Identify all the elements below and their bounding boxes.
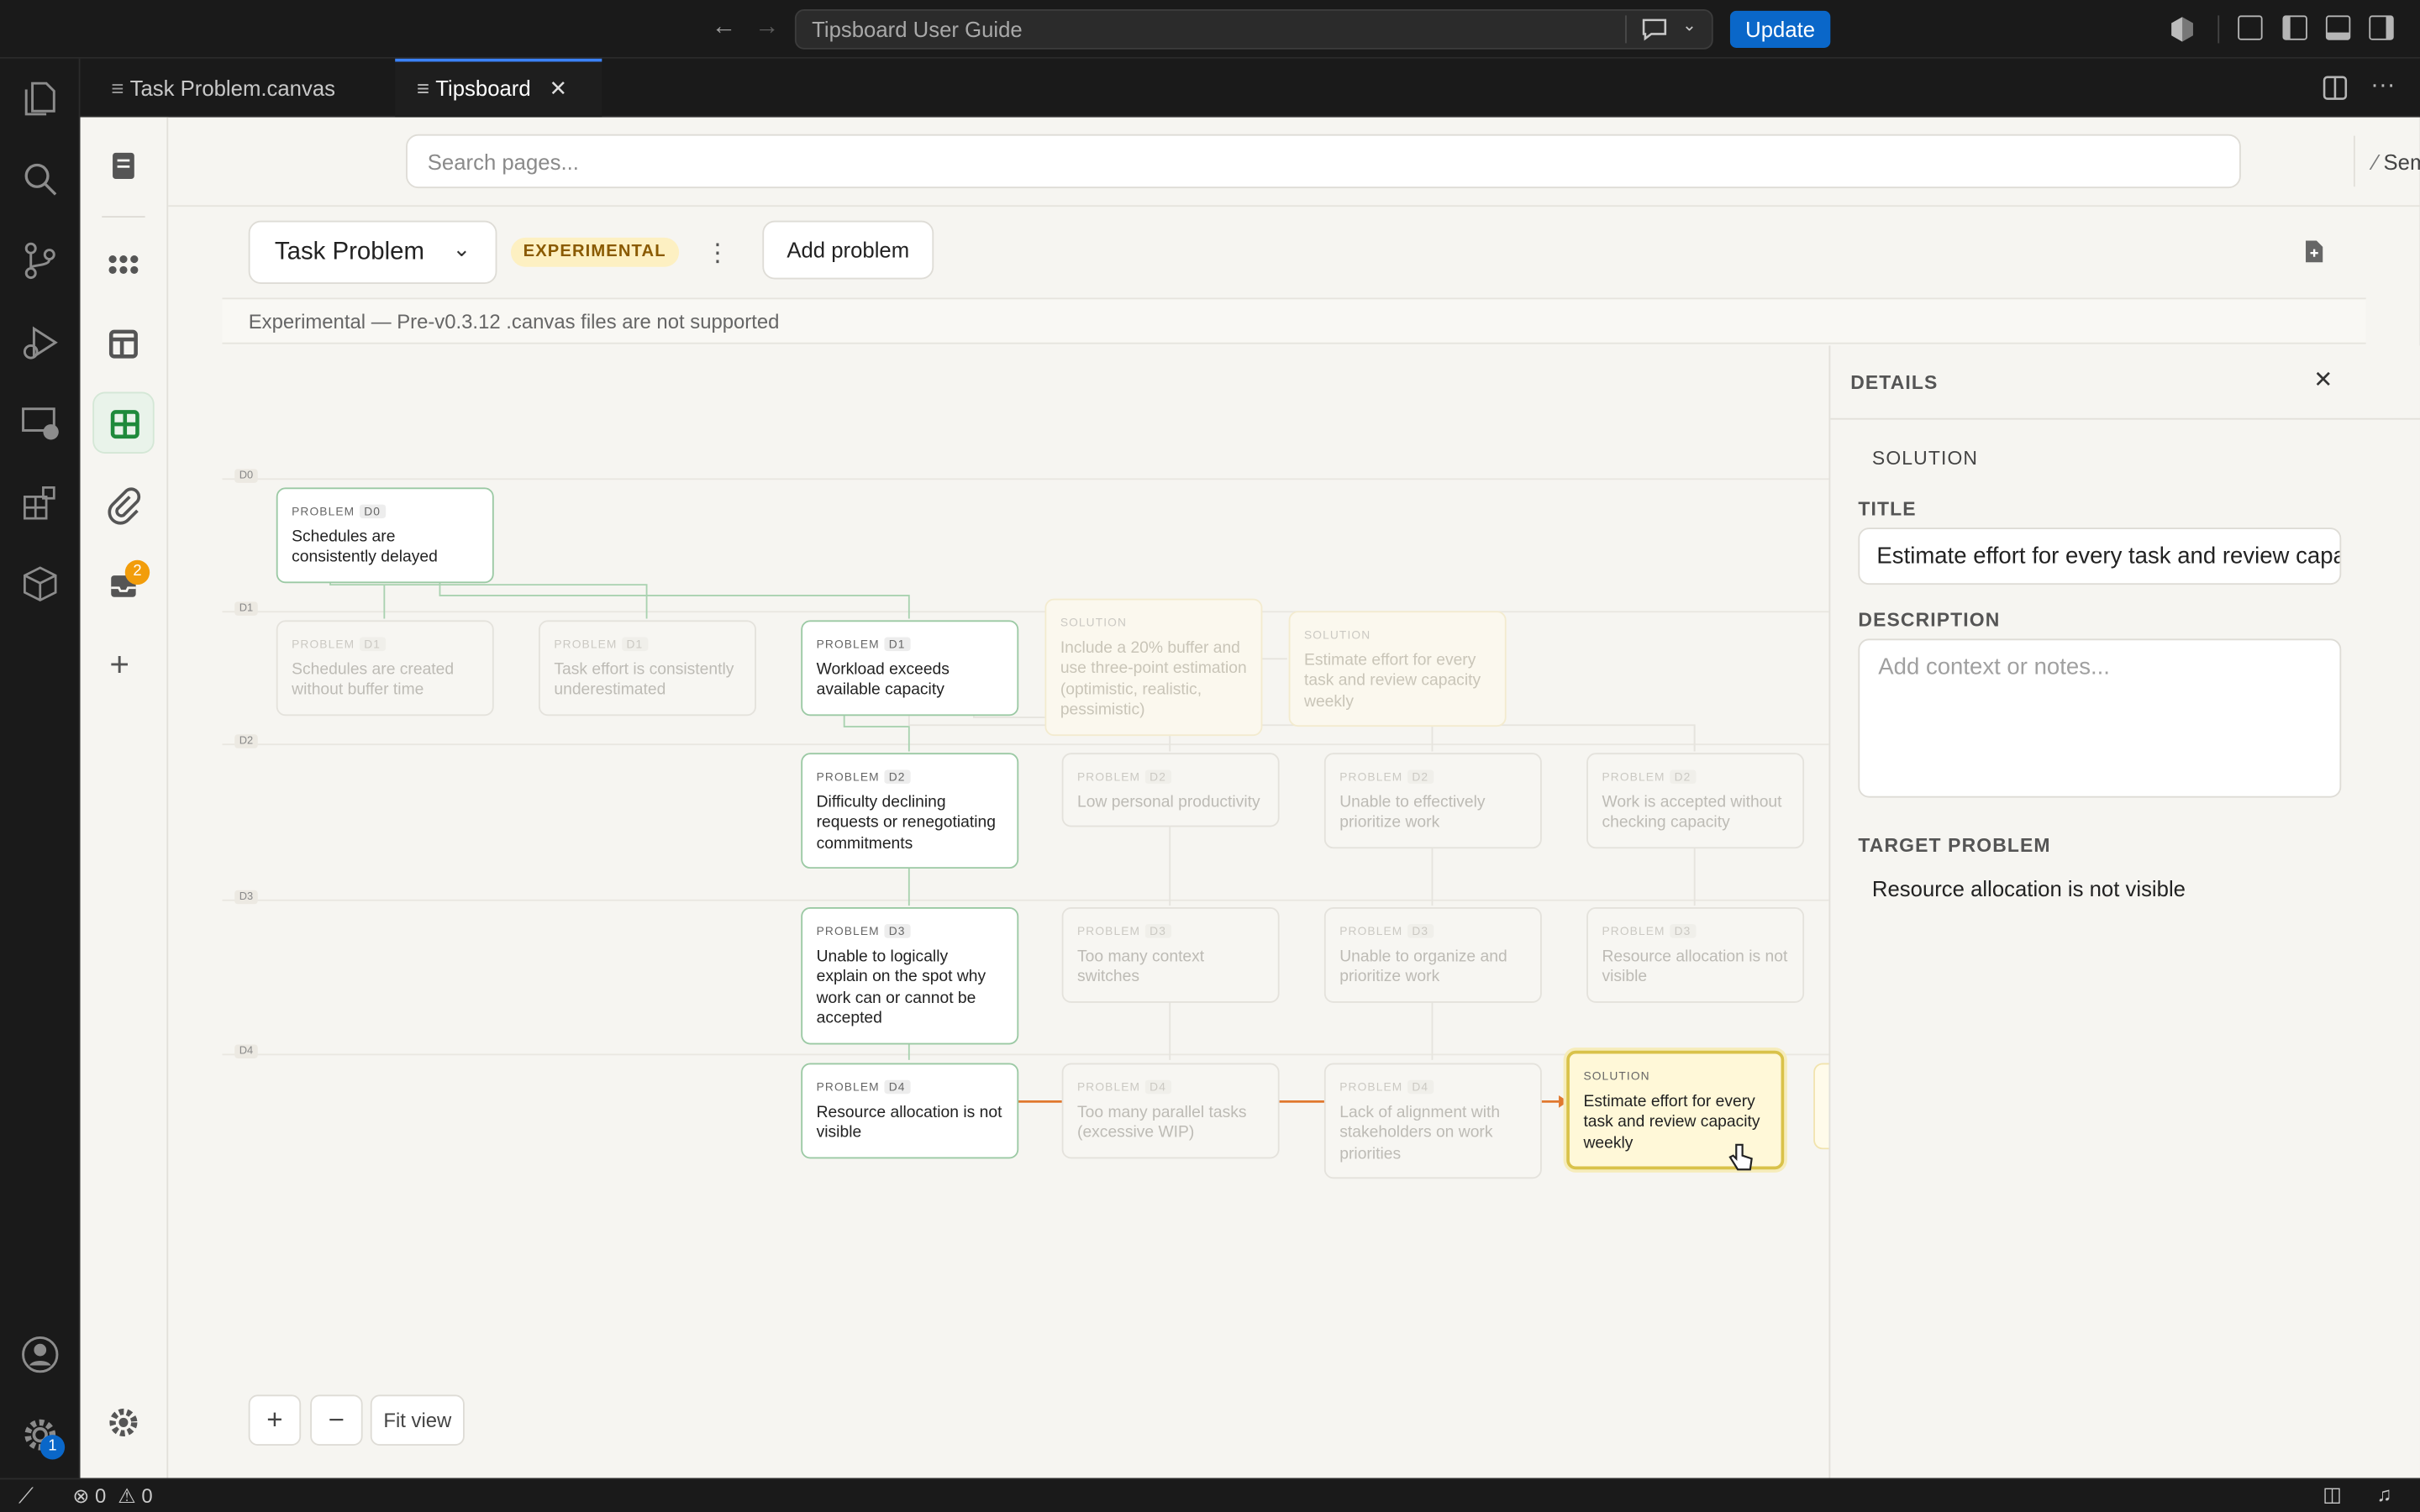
problem-node[interactable]: PROBLEM D3 Unable to logically explain on … bbox=[801, 906, 1019, 1044]
settings-badge: 1 bbox=[39, 1435, 66, 1460]
table-grid-icon bbox=[110, 410, 139, 439]
close-icon[interactable]: ✕ bbox=[2313, 365, 2333, 393]
magic-wand-icon: ⁄ bbox=[2373, 150, 2378, 175]
canvas-nav-active[interactable] bbox=[92, 391, 155, 454]
fit-view-button[interactable]: Fit view bbox=[370, 1394, 465, 1446]
toggle-primary-sidebar-icon[interactable] bbox=[2282, 15, 2307, 40]
problem-node[interactable]: PROBLEM D2 Difficulty declining requests o… bbox=[801, 753, 1019, 869]
problem-node[interactable]: PROBLEM D4 Too many parallel tasks (excess… bbox=[1061, 1063, 1280, 1158]
problems-indicator[interactable]: ⊗ 0 ⚠ 0 bbox=[72, 1484, 152, 1509]
copilot-status-icon[interactable]: ◫ bbox=[2323, 1483, 2342, 1507]
description-label: DESCRIPTION bbox=[1858, 609, 2001, 632]
file-lines-icon: ≡ bbox=[416, 75, 429, 101]
title-bar: ← → Tipsboard User Guide ⌄ Update bbox=[0, 0, 2420, 59]
search-icon[interactable] bbox=[18, 157, 61, 200]
copilot-icon[interactable] bbox=[2169, 15, 2196, 43]
solution-node[interactable]: SOLUTION Estimate effort for every task a… bbox=[1288, 611, 1507, 727]
inbox-button[interactable]: 2 bbox=[92, 555, 154, 617]
forward-arrow-icon[interactable]: → bbox=[755, 14, 779, 42]
details-panel: DETAILS ✕ SOLUTION TITLE Estimate effort… bbox=[1828, 345, 2420, 1478]
problem-node[interactable]: PROBLEM D1 Workload exceeds available capa… bbox=[801, 620, 1019, 716]
export-file-icon[interactable] bbox=[2302, 239, 2324, 264]
offscreen-node-edge bbox=[1813, 1063, 1829, 1150]
problem-node[interactable]: PROBLEM D1 Task effort is consistently und… bbox=[539, 620, 756, 716]
chevron-down-icon[interactable]: ⌄ bbox=[1682, 15, 1697, 35]
update-button[interactable]: Update bbox=[1729, 10, 1831, 48]
tipsboard-sidebar: 2 + bbox=[80, 117, 169, 1478]
search-placeholder: Search pages... bbox=[427, 150, 579, 175]
settings-gear-icon[interactable] bbox=[92, 1392, 154, 1453]
kebab-menu-icon[interactable]: ⋮ bbox=[705, 238, 729, 269]
problem-select[interactable]: Task Problem ⌄ bbox=[248, 220, 497, 284]
editor-tabs: ≡ Task Problem.canvas ≡ Tipsboard ✕ ··· bbox=[80, 58, 2420, 118]
chevron-down-icon: ⌄ bbox=[452, 236, 471, 261]
toggle-secondary-sidebar-icon[interactable] bbox=[2369, 15, 2394, 40]
tab-task-problem-canvas[interactable]: ≡ Task Problem.canvas bbox=[90, 59, 396, 118]
error-icon: ⊗ bbox=[72, 1483, 90, 1508]
containers-icon[interactable] bbox=[18, 562, 61, 605]
warning-icon: ⚠ bbox=[118, 1483, 136, 1508]
zoom-in-button[interactable]: + bbox=[248, 1394, 302, 1446]
problem-node[interactable]: PROBLEM D2 Low personal productivity bbox=[1061, 753, 1280, 827]
board-icon[interactable] bbox=[92, 313, 154, 375]
source-control-icon[interactable] bbox=[18, 239, 61, 282]
remote-indicator-icon[interactable]: ⟋ bbox=[18, 1483, 34, 1509]
split-editor-icon[interactable] bbox=[2323, 76, 2348, 100]
explorer-icon[interactable] bbox=[18, 77, 61, 120]
manage-gear-icon[interactable]: 1 bbox=[18, 1413, 66, 1460]
problem-node[interactable]: PROBLEM D3 Unable to organize and prioriti… bbox=[1323, 906, 1542, 1002]
tab-tipsboard[interactable]: ≡ Tipsboard ✕ bbox=[395, 58, 602, 118]
back-arrow-icon[interactable]: ← bbox=[712, 14, 736, 42]
solution-node[interactable]: SOLUTION Include a 20% buffer and use thr… bbox=[1044, 598, 1263, 736]
remote-explorer-icon[interactable] bbox=[18, 402, 61, 444]
details-header: DETAILS bbox=[1850, 371, 1939, 394]
description-textarea[interactable]: Add context or notes... bbox=[1858, 638, 2342, 798]
command-center[interactable]: Tipsboard User Guide ⌄ bbox=[794, 9, 1713, 50]
details-kind: SOLUTION bbox=[1871, 447, 1979, 470]
add-problem-button[interactable]: Add problem bbox=[762, 220, 934, 280]
target-problem-value: Resource allocation is not visible bbox=[1871, 876, 2186, 901]
search-pages-input[interactable]: Search pages... ⁄Semantic bbox=[406, 134, 2420, 189]
problem-node[interactable]: PROBLEM D4 Resource allocation is not visi… bbox=[801, 1063, 1019, 1158]
problem-node[interactable]: PROBLEM D3 Resource allocation is not visi… bbox=[1586, 906, 1805, 1002]
extensions-icon[interactable] bbox=[18, 481, 61, 524]
problem-node[interactable]: PROBLEM D2 Unable to effectively prioritiz… bbox=[1323, 753, 1542, 848]
accounts-icon[interactable] bbox=[18, 1333, 61, 1376]
semantic-label: Semantic bbox=[2383, 150, 2419, 175]
more-actions-icon[interactable]: ··· bbox=[2370, 72, 2395, 100]
tipsboard-editor: 2 + Search pages... ⁄Semantic Task Probl… bbox=[80, 117, 2420, 1478]
notifications-bell-icon[interactable]: ♫ bbox=[2377, 1483, 2392, 1506]
title-label: TITLE bbox=[1858, 498, 1917, 520]
activity-bar: 1 bbox=[0, 58, 81, 1478]
add-icon[interactable]: + bbox=[109, 645, 129, 685]
close-tab-icon[interactable]: ✕ bbox=[550, 76, 568, 100]
status-bar: ⟋ ⊗ 0 ⚠ 0 ◫ ♫ bbox=[0, 1478, 2420, 1512]
hand-cursor-icon bbox=[1728, 1143, 1753, 1171]
target-problem-label: TARGET PROBLEM bbox=[1858, 834, 2051, 857]
zoom-out-button[interactable]: − bbox=[310, 1394, 363, 1446]
apps-grid-icon[interactable] bbox=[92, 233, 154, 294]
problem-node[interactable]: PROBLEM D2 Work is accepted without checki… bbox=[1586, 753, 1805, 848]
experimental-banner: Experimental — Pre-v0.3.12 .canvas files… bbox=[222, 297, 2366, 344]
chat-icon[interactable] bbox=[1640, 17, 1668, 41]
problem-node[interactable]: PROBLEM D0 Schedules are consistently dela… bbox=[276, 487, 494, 583]
problem-canvas[interactable]: D0 D1 D2 D3 D4 PROBLEM D0 Schedules are … bbox=[222, 345, 1829, 1478]
command-center-text: Tipsboard User Guide bbox=[812, 17, 1023, 42]
experimental-badge: EXPERIMENTAL bbox=[510, 237, 679, 267]
customize-layout-icon[interactable] bbox=[2238, 15, 2263, 40]
problem-node[interactable]: PROBLEM D1 Schedules are created without b… bbox=[276, 620, 494, 716]
attachment-icon[interactable] bbox=[92, 474, 154, 535]
run-debug-icon[interactable] bbox=[18, 321, 61, 364]
semantic-toggle-group: ⁄Semantic bbox=[2353, 135, 2420, 187]
inbox-badge: 2 bbox=[124, 559, 150, 585]
file-lines-icon: ≡ bbox=[111, 75, 124, 101]
pages-icon[interactable] bbox=[92, 136, 154, 197]
toggle-panel-icon[interactable] bbox=[2325, 15, 2351, 40]
problem-node[interactable]: PROBLEM D4 Lack of alignment with stakehol… bbox=[1323, 1063, 1542, 1179]
problem-node[interactable]: PROBLEM D3 Too many context switches bbox=[1061, 906, 1280, 1002]
title-input[interactable]: Estimate effort for every task and revie… bbox=[1858, 528, 2342, 585]
